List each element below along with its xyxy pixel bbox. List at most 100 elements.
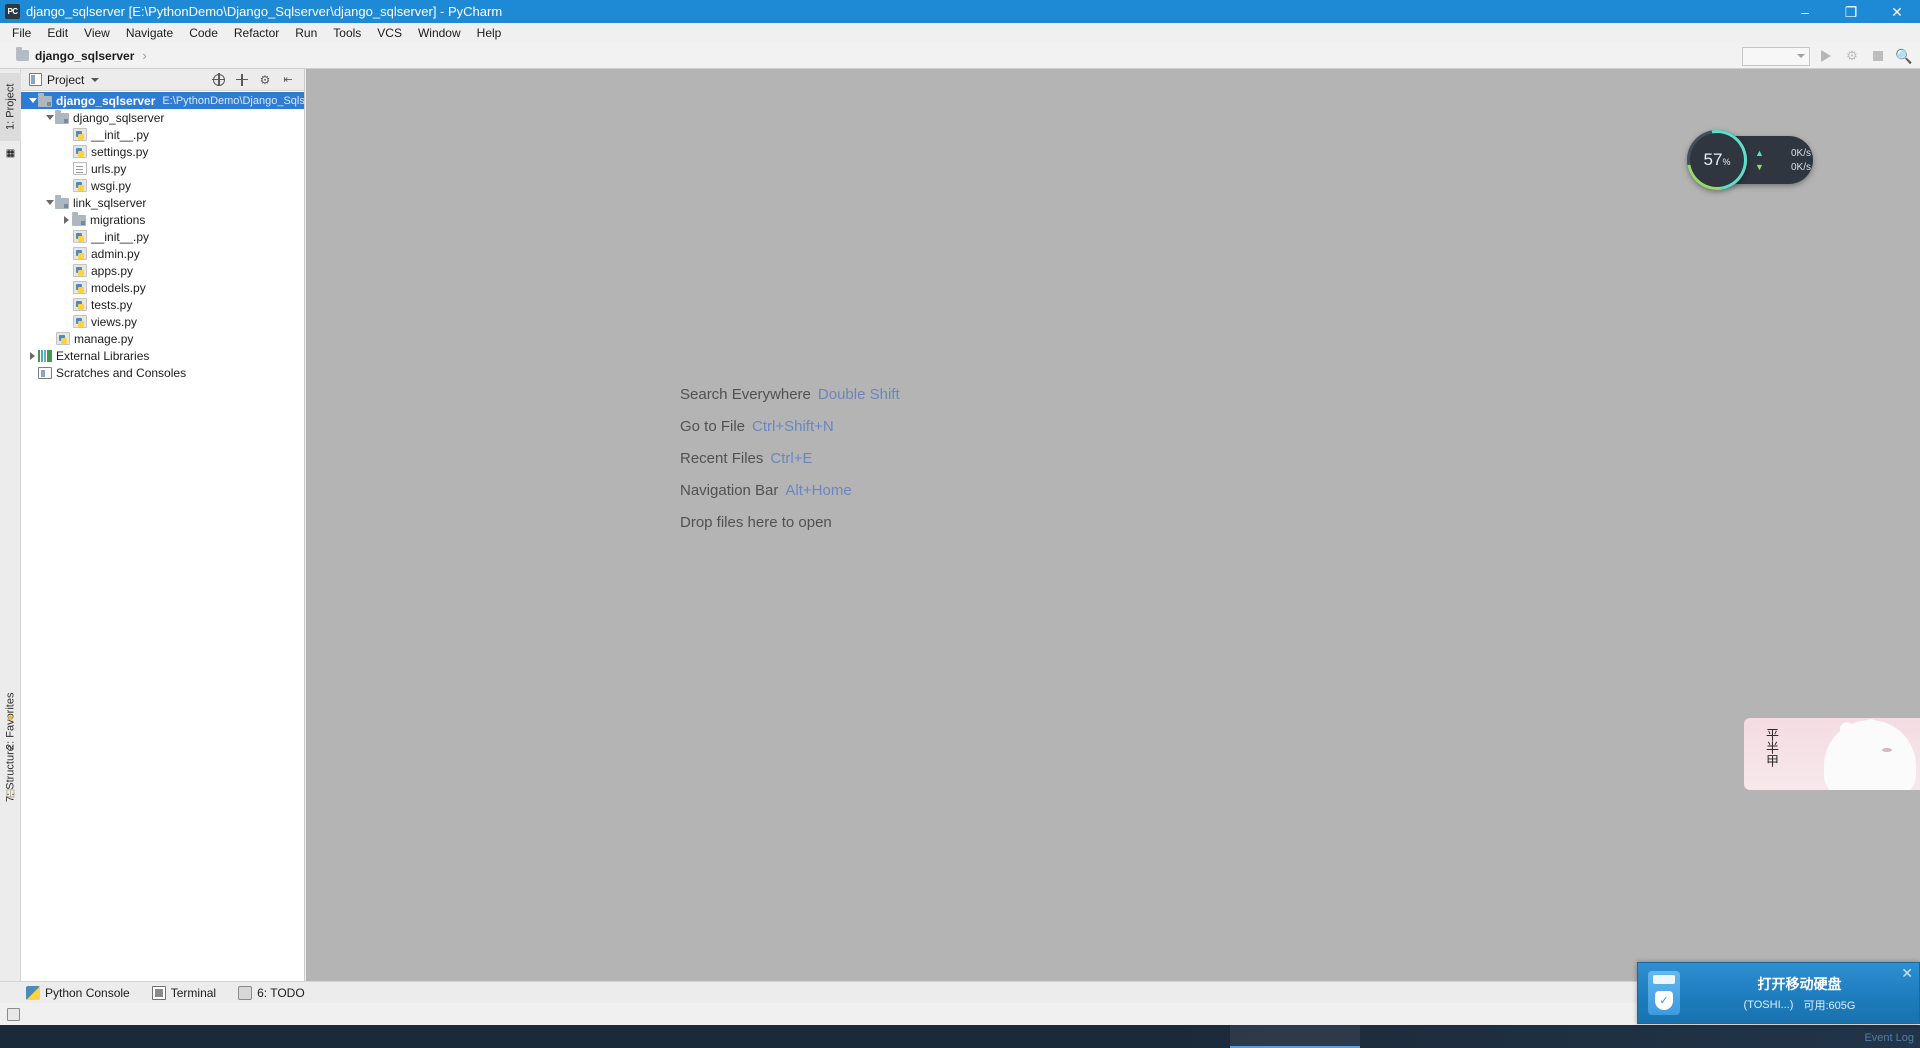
menu-file[interactable]: File <box>4 24 39 42</box>
menu-view[interactable]: View <box>76 24 118 42</box>
close-button[interactable]: ✕ <box>1874 0 1920 23</box>
stop-icon <box>1873 51 1883 61</box>
tree-row-label: __init__.py <box>91 127 150 142</box>
chevron-right-icon[interactable] <box>61 214 72 225</box>
minimize-button[interactable]: – <box>1782 0 1828 23</box>
breadcrumb[interactable]: django_sqlserver › <box>0 47 147 63</box>
notification-body: 打开移动硬盘 (TOSHI...) 可用:605G <box>1680 974 1919 1013</box>
sidebar-item-project[interactable]: 1: Project <box>0 73 21 141</box>
menu-vcs[interactable]: VCS <box>369 24 410 42</box>
python-file-icon <box>73 264 87 277</box>
search-icon: 🔍 <box>1895 47 1913 64</box>
close-icon[interactable]: ✕ <box>1901 965 1913 982</box>
stop-button[interactable] <box>1868 46 1888 66</box>
system-monitor-widget[interactable]: 57% ▲ 0K/s ▼ 0K/s <box>1675 118 1813 202</box>
project-tool-window: Project ⚙ ⇤ django_sqlserver E:\PythonDem… <box>21 69 333 1003</box>
tree-row-label: link_sqlserver <box>73 195 147 210</box>
tree-row[interactable]: views.py <box>21 313 304 330</box>
tree-row[interactable]: manage.py <box>21 330 304 347</box>
mascot-face <box>1882 748 1892 752</box>
mascot-label: 平半甲 <box>1764 728 1779 767</box>
desktop-mascot-widget[interactable]: 平半甲 <box>1744 718 1920 790</box>
tree-row[interactable]: apps.py <box>21 262 304 279</box>
structure-mini-icon[interactable]: ▦ <box>4 147 17 160</box>
tree-row[interactable]: django_sqlserver E:\PythonDemo\Django_Sql… <box>21 92 333 109</box>
download-rate: 0K/s <box>1790 161 1811 173</box>
tab-terminal[interactable]: Terminal <box>151 985 217 1000</box>
breadcrumb-separator-icon: › <box>142 48 147 63</box>
tree-row[interactable]: External Libraries <box>21 347 304 364</box>
tree-row[interactable]: django_sqlserver <box>21 109 304 126</box>
event-log-link[interactable]: Event Log <box>1864 1032 1914 1044</box>
python-file-icon <box>73 315 87 328</box>
debug-button[interactable]: ⚙ <box>1842 46 1862 66</box>
python-file-icon <box>56 332 70 345</box>
tree-row-label: apps.py <box>91 263 134 278</box>
run-button[interactable] <box>1816 46 1836 66</box>
tree-row[interactable]: admin.py <box>21 245 304 262</box>
taskbar-item[interactable] <box>1230 1025 1360 1048</box>
menu-run[interactable]: Run <box>287 24 325 42</box>
menu-window[interactable]: Window <box>410 24 469 42</box>
menu-code[interactable]: Code <box>181 24 226 42</box>
hide-panel-button[interactable]: ⇤ <box>281 73 295 87</box>
settings-button[interactable]: ⚙ <box>258 73 272 87</box>
target-icon <box>236 73 248 86</box>
run-configuration-select[interactable] <box>1742 46 1810 66</box>
menu-bar: File Edit View Navigate Code Refactor Ru… <box>0 23 1920 43</box>
tree-row[interactable]: Scratches and Consoles <box>21 364 304 381</box>
tree-row[interactable]: wsgi.py <box>21 177 304 194</box>
tab-todo-label: 6: TODO <box>257 985 305 1000</box>
todo-icon <box>238 985 253 1000</box>
chevron-down-icon[interactable] <box>44 197 55 208</box>
tab-todo[interactable]: 6: TODO <box>238 985 305 1000</box>
editor-hint: Go to File Ctrl+Shift+N <box>680 410 900 442</box>
maximize-button[interactable]: ❐ <box>1828 0 1874 23</box>
menu-navigate[interactable]: Navigate <box>118 24 181 42</box>
search-button[interactable]: 🔍 <box>1894 46 1914 66</box>
menu-tools[interactable]: Tools <box>325 24 369 42</box>
tree-row[interactable]: urls.py <box>21 160 304 177</box>
chevron-right-icon[interactable] <box>27 350 38 361</box>
tree-row[interactable]: __init__.py <box>21 126 304 143</box>
menu-edit[interactable]: Edit <box>39 24 76 42</box>
menu-help[interactable]: Help <box>469 24 510 42</box>
tab-python-console[interactable]: Python Console <box>26 985 130 1000</box>
tree-row-label: migrations <box>90 212 146 227</box>
close-icon: ✕ <box>1891 3 1903 20</box>
select-opened-file-button[interactable] <box>235 73 249 87</box>
arrow-up-icon: ▲ <box>1755 148 1764 158</box>
tree-row[interactable]: link_sqlserver <box>21 194 304 211</box>
tree-row[interactable]: models.py <box>21 279 304 296</box>
editor-empty-area[interactable]: Search Everywhere Double Shift Go to File C… <box>306 69 1920 1003</box>
chevron-down-icon[interactable] <box>91 77 100 82</box>
tree-row[interactable]: migrations <box>21 211 304 228</box>
editor-hint-shortcut: Double Shift <box>817 385 900 403</box>
menu-refactor[interactable]: Refactor <box>226 24 287 42</box>
pycharm-app-icon: PC <box>5 4 20 19</box>
tree-row-label: wsgi.py <box>91 178 132 193</box>
tree-row[interactable]: settings.py <box>21 143 304 160</box>
chevron-down-icon[interactable] <box>27 95 38 106</box>
tab-terminal-label: Terminal <box>170 985 217 1000</box>
folder-icon <box>55 194 69 209</box>
tree-row-label: urls.py <box>91 161 127 176</box>
library-icon <box>38 350 52 362</box>
editor-hint-text: Drop files here to open <box>680 513 832 531</box>
project-panel-title: Project <box>47 72 85 87</box>
tree-row[interactable]: tests.py <box>21 296 304 313</box>
removable-drive-notification[interactable]: ✓ 打开移动硬盘 (TOSHI...) 可用:605G ✕ <box>1637 962 1920 1024</box>
chevron-down-icon[interactable] <box>44 112 55 123</box>
status-widget-icon[interactable] <box>7 1007 20 1021</box>
editor-hint: Drop files here to open <box>680 506 900 538</box>
star-icon: ★ <box>6 713 15 724</box>
tree-row[interactable]: __init__.py <box>21 228 304 245</box>
minimize-icon: – <box>1801 3 1809 20</box>
collapse-all-button[interactable] <box>212 72 226 87</box>
toolbar-right: ⚙ 🔍 <box>1742 43 1914 69</box>
